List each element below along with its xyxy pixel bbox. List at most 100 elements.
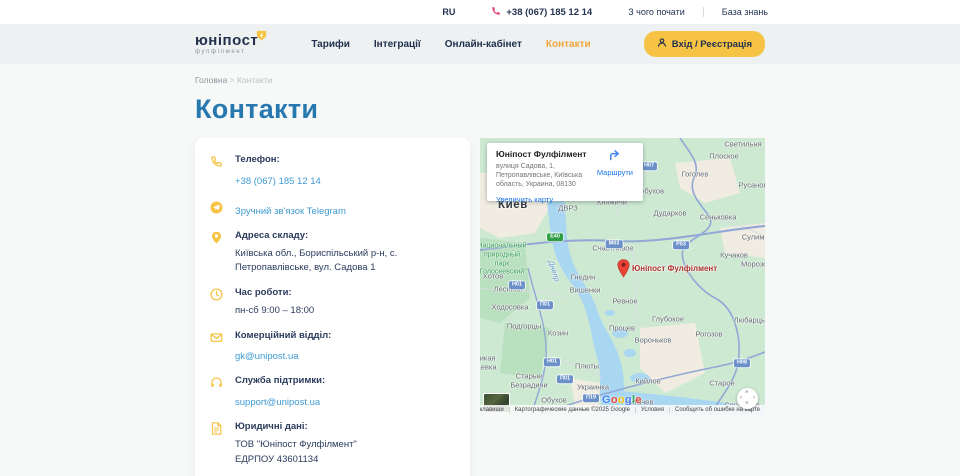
- contact-label: Служба підтримки:: [235, 375, 456, 388]
- map-label: Светильня: [724, 139, 761, 148]
- map-label: Гоголев: [682, 169, 709, 178]
- shield-bolt-icon: [256, 29, 267, 45]
- map-marker-pin[interactable]: [617, 259, 630, 283]
- main-content: Головна > Контакти Контакти Телефон: +38…: [195, 75, 765, 476]
- nav-integrations[interactable]: Інтеграції: [374, 39, 421, 50]
- map-label: Процев: [609, 323, 635, 332]
- pan-right-icon: ›: [753, 395, 755, 401]
- telegram-link[interactable]: Зручний зв'язок Telegram: [235, 205, 346, 218]
- topbar-divider: [703, 7, 704, 17]
- language-switcher[interactable]: RU: [442, 7, 455, 17]
- contact-card: Телефон: +38 (067) 185 12 14 Зручний зв'…: [195, 138, 470, 476]
- legal-edrpou: ЕДРПОУ 43601134: [235, 453, 456, 468]
- map-label: Козин: [548, 328, 568, 337]
- map-label: Глубокое: [652, 314, 684, 323]
- contact-item-commercial: Комерційний відділ: gk@unipost.ua: [210, 330, 456, 365]
- mail-icon: [210, 330, 224, 365]
- topbar-link-knowledge-base[interactable]: База знань: [722, 7, 768, 17]
- map-attribution-item: Картографические данные ©2025 Google: [509, 407, 635, 413]
- directions-control[interactable]: Маршрути: [597, 149, 633, 189]
- contact-item-address: Адреса складу: Київська обл., Бориспільс…: [210, 230, 456, 276]
- topbar-phone-number: +38 (067) 185 12 14: [506, 7, 592, 18]
- road-badge: Н01: [544, 358, 560, 366]
- login-button-label: Вхід / Реєстрація: [672, 39, 752, 50]
- map-label: Ревное: [612, 296, 637, 305]
- phone-icon: [210, 154, 224, 189]
- legal-company-name: ТОВ "Юніпост Фулфілмент": [235, 438, 456, 453]
- map-label: Ходосовка: [491, 302, 528, 311]
- map-label: Великая Бугаевка: [480, 354, 497, 373]
- page-title: Контакти: [195, 94, 765, 125]
- support-email-link[interactable]: support@unipost.ua: [235, 396, 320, 409]
- road-badge: Н01: [509, 281, 525, 289]
- contact-label: Час роботи:: [235, 287, 456, 300]
- topbar: RU +38 (067) 185 12 14 З чого почати Баз…: [0, 0, 960, 24]
- map-label: Старое: [709, 378, 734, 387]
- map-label: Дударков: [654, 208, 687, 217]
- contact-item-hours: Час роботи: пн-сб 9:00 – 18:00: [210, 287, 456, 319]
- contact-label: Адреса складу:: [235, 230, 456, 243]
- road-badge: Н07: [641, 162, 657, 170]
- map-label: Плюты: [575, 361, 599, 370]
- road-badge: Н08: [734, 359, 750, 367]
- road-badge: М03: [606, 240, 623, 248]
- map-attribution-item[interactable]: Условия: [635, 407, 669, 413]
- clock-icon: [210, 287, 224, 319]
- user-icon: [657, 37, 667, 51]
- logo-subtitle: фулфілмент: [195, 49, 258, 55]
- topbar-phone[interactable]: +38 (067) 185 12 14: [491, 6, 592, 19]
- enlarge-map-link[interactable]: Увеличить карту: [496, 195, 553, 204]
- map-label: Любарцы: [734, 315, 765, 324]
- map-label: Кийлов: [635, 376, 660, 385]
- contact-item-support: Служба підтримки: support@unipost.ua: [210, 375, 456, 410]
- working-hours: пн-сб 9:00 – 18:00: [235, 304, 456, 319]
- map-label: Обухов: [541, 395, 567, 404]
- map-label: Рогозов: [695, 329, 722, 338]
- road-badge: П01: [557, 375, 573, 383]
- headset-icon: [210, 375, 224, 410]
- contact-label: Комерційний відділ:: [235, 330, 456, 343]
- road-badge: Е40: [547, 233, 563, 241]
- map-label: Морозовка: [741, 259, 765, 268]
- map-label: Украинка: [577, 382, 609, 391]
- map-label: Подгорцы: [507, 321, 541, 330]
- map-attribution-item[interactable]: Быстрые клавиши: [480, 407, 509, 413]
- location-pin-icon: [210, 230, 224, 276]
- nav-contacts[interactable]: Контакти: [546, 39, 591, 50]
- map-label: Сеньковка: [700, 212, 737, 221]
- contact-item-legal: Юридичні дані: ТОВ "Юніпост Фулфілмент" …: [210, 421, 456, 467]
- login-button[interactable]: Вхід / Реєстрація: [644, 31, 765, 57]
- map-label: Сулимовка: [742, 232, 765, 241]
- header: юніпост фулфілмент Тарифи Інтеграції Онл…: [0, 24, 960, 64]
- main-nav: Тарифи Інтеграції Онлайн-кабінет Контакт…: [311, 39, 590, 50]
- contact-item-telegram: Зручний зв'язок Telegram: [210, 200, 456, 219]
- topbar-link-start[interactable]: З чого почати: [628, 7, 685, 17]
- map-info-window: Юніпост Фулфілмент вулиця Садова, 1, Пет…: [487, 143, 643, 201]
- breadcrumb: Головна > Контакти: [195, 75, 765, 85]
- directions-label: Маршрути: [597, 168, 633, 177]
- logo[interactable]: юніпост фулфілмент: [195, 33, 258, 55]
- map-label: Вишенки: [570, 285, 601, 294]
- road-badge: П01: [537, 301, 553, 309]
- map-label: Днепр: [546, 259, 562, 283]
- map-label: Хотов: [483, 271, 503, 280]
- map-label: Гнедин: [571, 272, 596, 281]
- phone-link[interactable]: +38 (067) 185 12 14: [235, 175, 321, 188]
- contact-label: Юридичні дані:: [235, 421, 456, 434]
- road-badge: Р03: [673, 241, 689, 249]
- google-map[interactable]: КиевДВРЗКняжичиСчастливоеСветильняПлоско…: [480, 138, 765, 415]
- document-icon: [210, 421, 224, 467]
- contact-label: Телефон:: [235, 154, 456, 167]
- map-label: Национальный природный парк "Голосеевски…: [480, 243, 527, 278]
- map-label: Русанов: [739, 180, 765, 189]
- map-label: Старые Безрадичи: [510, 372, 547, 391]
- commercial-email-link[interactable]: gk@unipost.ua: [235, 350, 299, 363]
- nav-online-cabinet[interactable]: Онлайн-кабінет: [445, 39, 522, 50]
- breadcrumb-home[interactable]: Головна: [195, 75, 227, 85]
- pan-control[interactable]: ˄ ˅ ‹ ›: [737, 388, 758, 409]
- map-label: Вороньков: [634, 335, 671, 344]
- breadcrumb-separator: >: [230, 75, 235, 85]
- pan-left-icon: ‹: [740, 395, 742, 401]
- road-badge: П19: [583, 394, 599, 402]
- nav-tariffs[interactable]: Тарифи: [311, 39, 350, 50]
